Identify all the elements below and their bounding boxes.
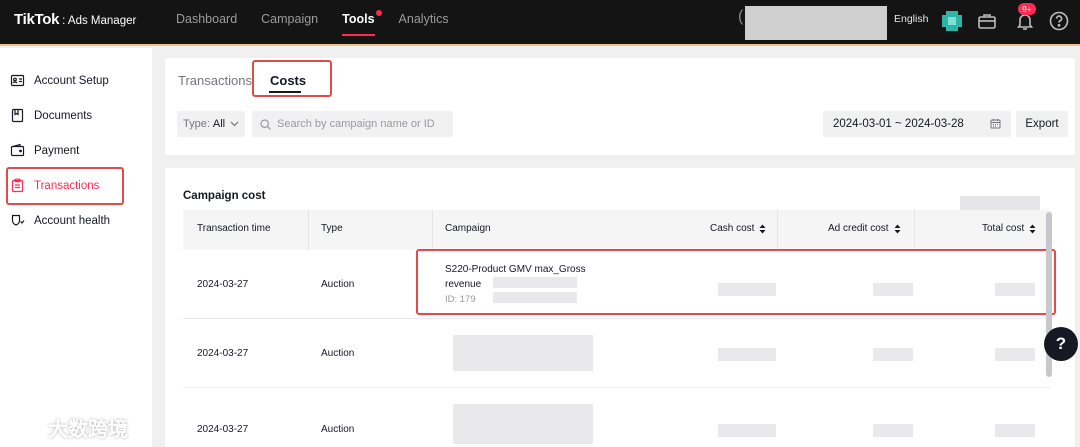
cell-transaction-time: 2024-03-27 — [197, 348, 249, 359]
highlight-annotation-costs-tab — [252, 60, 332, 97]
type-filter-select[interactable]: Type: All — [177, 111, 245, 137]
redacted-area — [960, 196, 1040, 210]
redacted-cash-cost — [718, 424, 776, 437]
nav-dashboard[interactable]: Dashboard — [176, 12, 237, 26]
highlight-annotation-campaign-row — [416, 249, 1056, 315]
watermark: 大数跨境 — [14, 413, 128, 442]
wallet-icon — [10, 143, 25, 157]
sort-icon — [1029, 224, 1036, 233]
tab-transactions[interactable]: Transactions — [178, 73, 252, 88]
account-selector-redacted[interactable] — [745, 6, 887, 40]
sort-icon — [759, 224, 766, 233]
type-filter-value: All — [212, 118, 226, 130]
date-range-picker[interactable]: 2024-03-01 ~ 2024-03-28 — [823, 111, 1011, 137]
table-row[interactable]: 2024-03-27 Auction — [183, 319, 1051, 388]
redacted-cash-cost — [718, 348, 776, 361]
sidebar-item-payment[interactable]: Payment — [10, 143, 79, 158]
logo-main-text: TikTok — [14, 11, 60, 28]
cell-type: Auction — [321, 279, 355, 290]
highlight-annotation-transactions — [6, 167, 124, 205]
table-header: Transaction time Type Campaign Cash cost… — [183, 210, 1051, 250]
logo-sub-text: : Ads Manager — [62, 15, 137, 27]
help-circle-icon[interactable] — [1048, 10, 1070, 32]
sidebar-item-label: Account health — [34, 214, 111, 227]
sidebar-item-documents[interactable]: Documents — [10, 108, 92, 123]
column-header-ad-credit-cost[interactable]: Ad credit cost — [828, 223, 901, 234]
redacted-campaign — [453, 404, 593, 444]
nav-campaign[interactable]: Campaign — [261, 12, 318, 26]
language-switcher[interactable]: English — [894, 13, 928, 25]
search-icon — [260, 118, 271, 130]
column-header-campaign: Campaign — [445, 223, 491, 234]
id-card-icon — [10, 74, 25, 87]
nav-analytics[interactable]: Analytics — [399, 12, 449, 26]
search-input[interactable] — [277, 118, 447, 130]
watermark-text: 大数跨境 — [48, 419, 128, 441]
column-header-transaction-time: Transaction time — [197, 223, 271, 234]
sort-icon — [894, 224, 901, 233]
briefcase-icon[interactable] — [976, 10, 998, 32]
tiktok-ads-manager-logo[interactable]: TikTok : Ads Manager — [14, 11, 136, 28]
new-indicator-dot — [375, 10, 382, 16]
cell-transaction-time: 2024-03-27 — [197, 424, 249, 435]
document-icon — [11, 108, 24, 123]
watermark-logo-icon — [16, 418, 40, 437]
redacted-total-cost — [995, 348, 1035, 361]
column-header-label: Cash cost — [710, 223, 755, 234]
main-nav: Dashboard Campaign Tools Analytics — [176, 10, 473, 36]
cell-type: Auction — [321, 348, 355, 359]
shield-icon — [11, 214, 25, 226]
column-divider — [914, 210, 915, 250]
help-chat-button[interactable]: ? — [1044, 327, 1078, 361]
sidebar-item-account-setup[interactable]: Account Setup — [10, 73, 109, 88]
sidebar-item-account-health[interactable]: Account health — [10, 213, 110, 228]
sidebar-item-label: Account Setup — [34, 74, 109, 87]
export-button[interactable]: Export — [1016, 111, 1068, 137]
column-header-type: Type — [321, 223, 343, 234]
column-divider — [432, 210, 433, 250]
redacted-campaign — [453, 335, 593, 371]
cell-type: Auction — [321, 424, 355, 435]
nav-tools-label: Tools — [342, 12, 375, 26]
notification-badge: 9+ — [1018, 3, 1036, 15]
redacted-ad-credit-cost — [873, 424, 913, 437]
column-divider — [308, 210, 309, 250]
chevron-down-icon — [230, 121, 239, 127]
user-avatar-icon[interactable] — [940, 9, 964, 33]
date-range-value: 2024-03-01 ~ 2024-03-28 — [833, 118, 964, 130]
column-header-label: Ad credit cost — [828, 223, 889, 234]
redacted-ad-credit-cost — [873, 348, 913, 361]
nav-tools[interactable]: Tools — [342, 10, 382, 36]
column-divider — [777, 210, 778, 250]
calendar-icon — [990, 119, 1001, 129]
section-title: Campaign cost — [183, 190, 266, 202]
campaign-search[interactable] — [252, 111, 453, 137]
column-header-total-cost[interactable]: Total cost — [982, 223, 1036, 234]
redacted-total-cost — [995, 424, 1035, 437]
sidebar-item-label: Payment — [34, 144, 80, 157]
cell-transaction-time: 2024-03-27 — [197, 279, 249, 290]
account-selector-bracket: ( — [738, 8, 744, 25]
column-header-cash-cost[interactable]: Cash cost — [710, 223, 766, 234]
sidebar: Account Setup Documents Payment Transact… — [0, 48, 152, 447]
table-row[interactable]: 2024-03-27 Auction — [183, 388, 1051, 447]
sidebar-item-label: Documents — [34, 109, 93, 122]
type-filter-label: Type: — [183, 118, 210, 130]
top-navigation-bar: TikTok : Ads Manager Dashboard Campaign … — [0, 0, 1080, 46]
column-header-label: Total cost — [982, 223, 1025, 234]
